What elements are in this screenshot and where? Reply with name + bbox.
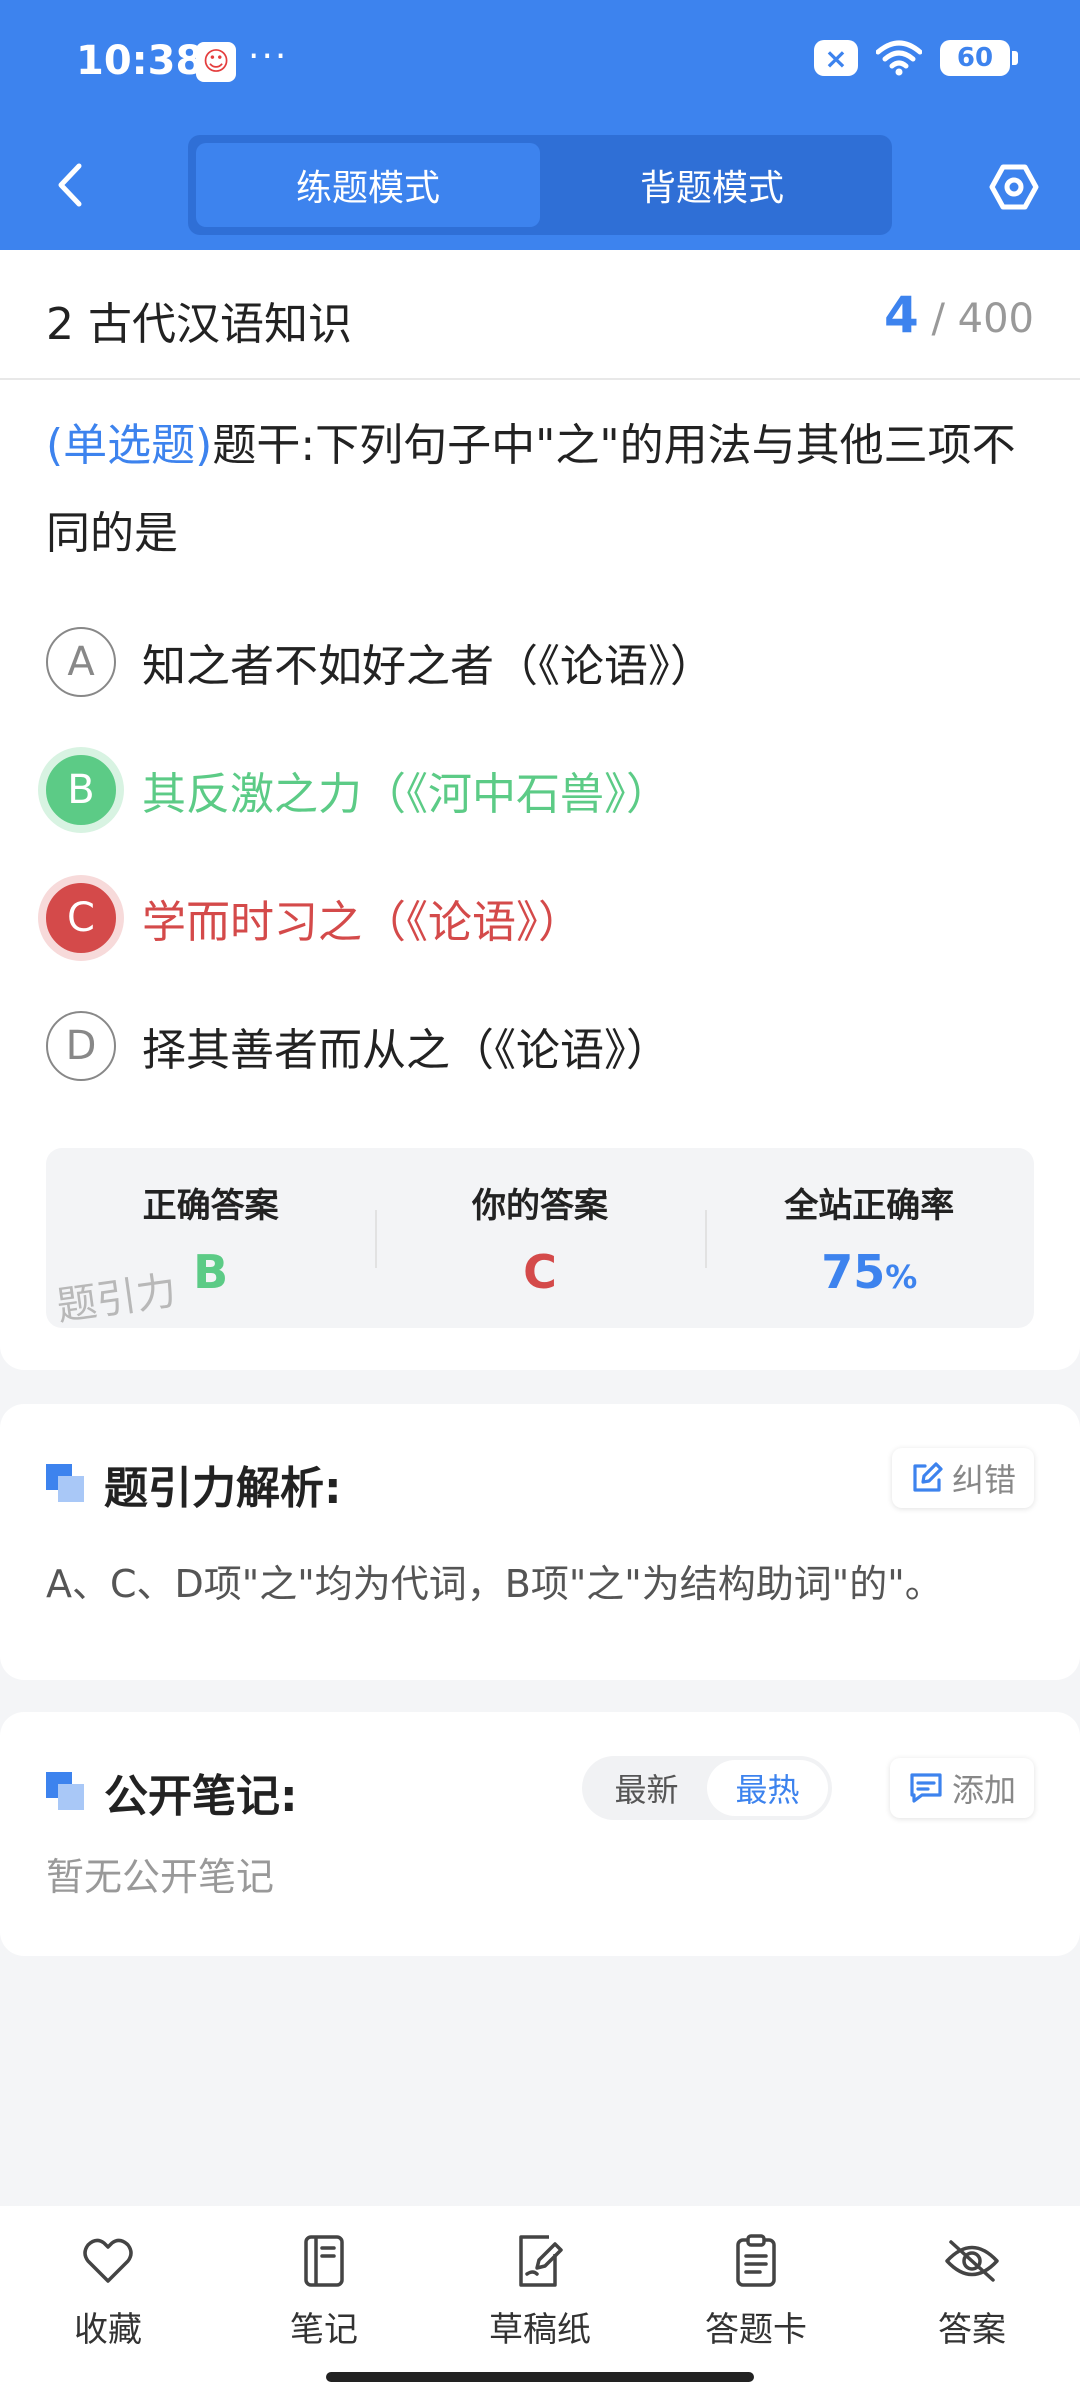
settings-hex-icon: [989, 164, 1039, 210]
question-type: (单选题): [46, 420, 213, 471]
chevron-left-icon: [58, 163, 82, 207]
question-header: 2 古代汉语知识 4 / 400: [0, 250, 1080, 380]
favorite-label: 收藏: [74, 2310, 142, 2350]
app-header: 10:38 ☺ ··· × 60 练题模式 背题模式: [0, 0, 1080, 250]
favorite-button[interactable]: 收藏: [0, 2206, 216, 2400]
comment-icon: [910, 1773, 942, 1803]
watermark: 题引力: [53, 1267, 180, 1331]
option-d[interactable]: D 择其善者而从之（《论语》）: [46, 1006, 670, 1086]
question-card: 2 古代汉语知识 4 / 400 (单选题)题干:下列句子中"之"的用法与其他三…: [0, 250, 1080, 1370]
status-icons: × 60: [814, 40, 1018, 76]
option-letter: C: [46, 883, 116, 953]
stat-label: 正确答案: [142, 1186, 279, 1226]
current-question-number: 4: [883, 286, 919, 344]
answer-sheet-button[interactable]: 答题卡: [648, 2206, 864, 2400]
analysis-title: 题引力解析:: [46, 1452, 342, 1516]
nav-bar: 练题模式 背题模式: [0, 125, 1080, 250]
settings-button[interactable]: [984, 157, 1044, 217]
app-notification-icon: ☺: [196, 42, 236, 82]
clipboard-icon: [727, 2232, 785, 2290]
draft-paper-button[interactable]: 草稿纸: [432, 2206, 648, 2400]
rate-unit: %: [885, 1258, 918, 1296]
notes-title-text: 公开笔记:: [104, 1771, 298, 1822]
chapter-title: 2 古代汉语知识: [46, 299, 352, 350]
draft-icon: [511, 2232, 569, 2290]
sort-latest[interactable]: 最新: [586, 1760, 707, 1816]
x-badge-icon: ×: [814, 40, 858, 76]
show-answer-button[interactable]: 答案: [864, 2206, 1080, 2400]
notes-sort-toggle: 最新 最热: [582, 1756, 832, 1820]
more-notifications-icon: ···: [248, 36, 289, 77]
home-indicator: [326, 2372, 754, 2382]
question-stem: (单选题)题干:下列句子中"之"的用法与其他三项不同的是: [46, 402, 1036, 578]
rate-number: 75: [821, 1245, 886, 1299]
answer-stats: 正确答案 B 题引力 你的答案 C 全站正确率 75%: [46, 1148, 1034, 1330]
option-text: 知之者不如好之者（《论语》）: [142, 641, 714, 692]
notebook-icon: [295, 2232, 353, 2290]
status-time: 10:38: [76, 38, 204, 84]
analysis-card: 题引力解析: 纠错 A、C、D项"之"均为代词，B项"之"为结构助词"的"。: [0, 1404, 1080, 1680]
battery-icon: 60: [940, 40, 1018, 76]
wifi-icon: [876, 40, 922, 76]
correct-rate-value: 75%: [821, 1245, 917, 1299]
tab-memorize-mode[interactable]: 背题模式: [540, 143, 884, 227]
notes-card: 公开笔记: 最新 最热 添加 暂无公开笔记: [0, 1712, 1080, 1956]
total-questions: / 400: [931, 296, 1034, 342]
stat-label: 全站正确率: [784, 1186, 955, 1226]
notes-title: 公开笔记:: [46, 1760, 298, 1824]
add-note-button[interactable]: 添加: [889, 1758, 1034, 1818]
empty-notes-text: 暂无公开笔记: [46, 1855, 275, 1899]
option-a[interactable]: A 知之者不如好之者（《论语》）: [46, 622, 714, 702]
bottom-toolbar: 收藏 笔记 草稿纸 答题卡 答案: [0, 2206, 1080, 2400]
sort-hottest[interactable]: 最热: [707, 1760, 828, 1816]
question-counter: 4 / 400: [884, 286, 1034, 344]
draft-paper-label: 草稿纸: [489, 2310, 591, 2350]
option-b[interactable]: B 其反激之力（《河中石兽》）: [46, 750, 670, 830]
your-answer-value: C: [523, 1245, 557, 1299]
add-note-label: 添加: [951, 1771, 1016, 1809]
option-letter: D: [46, 1011, 116, 1081]
stat-label: 你的答案: [471, 1186, 608, 1226]
mode-switch: 练题模式 背题模式: [188, 135, 892, 235]
option-c[interactable]: C 学而时习之（《论语》）: [46, 878, 582, 958]
option-text: 学而时习之（《论语》）: [142, 897, 582, 948]
stat-correct-rate: 全站正确率 75%: [704, 1148, 1034, 1328]
edit-icon: [913, 1462, 943, 1492]
back-button[interactable]: [40, 155, 100, 215]
section-squares-icon: [46, 1772, 86, 1812]
stat-your-answer: 你的答案 C: [375, 1148, 704, 1328]
stat-correct-answer: 正确答案 B 题引力: [46, 1148, 375, 1330]
report-error-label: 纠错: [951, 1461, 1016, 1499]
show-answer-label: 答案: [938, 2310, 1006, 2350]
eye-off-icon: [943, 2232, 1001, 2290]
report-error-button[interactable]: 纠错: [891, 1448, 1034, 1508]
answer-sheet-label: 答题卡: [705, 2310, 807, 2350]
option-text: 择其善者而从之（《论语》）: [142, 1025, 670, 1076]
option-letter: A: [46, 627, 116, 697]
analysis-text: A、C、D项"之"均为代词，B项"之"为结构助词"的"。: [46, 1562, 943, 1606]
correct-answer-value: B: [193, 1245, 229, 1299]
tab-practice-mode[interactable]: 练题模式: [196, 143, 540, 227]
status-bar: 10:38 ☺ ··· × 60: [0, 0, 1080, 125]
analysis-title-text: 题引力解析:: [104, 1463, 342, 1514]
heart-icon: [79, 2232, 137, 2290]
notes-button[interactable]: 笔记: [216, 2206, 432, 2400]
option-text: 其反激之力（《河中石兽》）: [142, 769, 670, 820]
notes-label: 笔记: [290, 2310, 358, 2350]
section-squares-icon: [46, 1464, 86, 1504]
option-letter: B: [46, 755, 116, 825]
